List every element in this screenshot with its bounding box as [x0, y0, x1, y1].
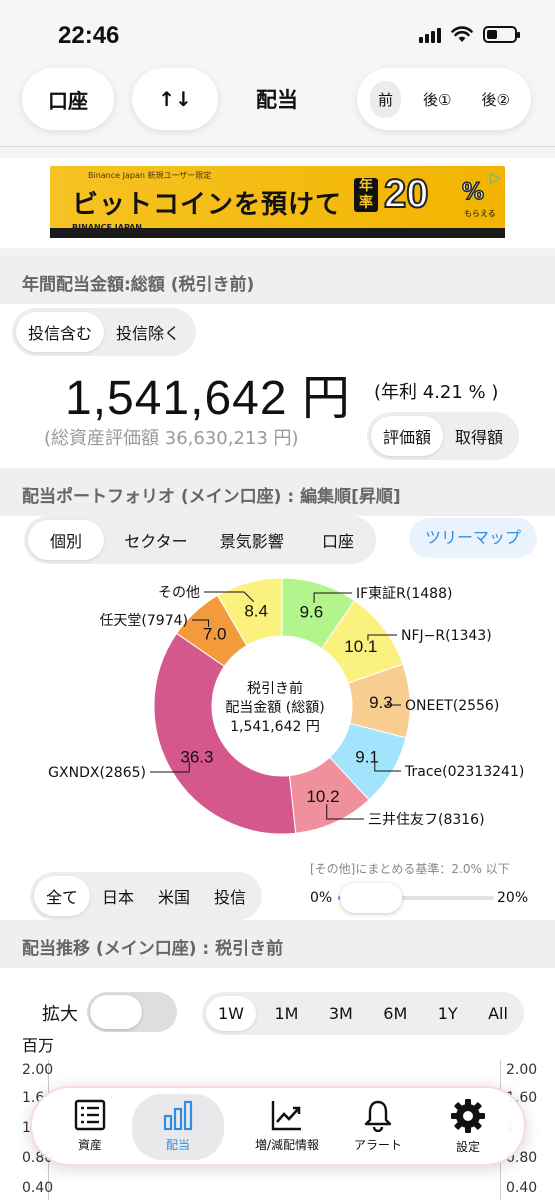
other-threshold-label: [その他]にまとめる基準：2.0% 以下 — [310, 862, 510, 876]
donut-slice-value: 8.4 — [244, 601, 268, 620]
list-icon — [74, 1099, 106, 1131]
y-tick-left: 2.00 — [22, 1062, 54, 1078]
trend-section-title: 配当推移 (メイン口座) : 税引き前 — [22, 939, 284, 959]
range-tab-1m[interactable]: 1M — [262, 996, 310, 1031]
donut-slice-label: GXNDX(2865) — [48, 765, 146, 781]
zoom-toggle-knob — [90, 995, 142, 1029]
range-tab-6m[interactable]: 6M — [371, 996, 419, 1031]
donut-slice-value: 7.0 — [203, 624, 227, 643]
region-tab-us[interactable]: 米国 — [146, 876, 202, 916]
donut-slice-label: その他 — [158, 585, 200, 601]
nav-item-change-info[interactable]: 増/減配情報 — [232, 1094, 342, 1160]
trend-unit-label: 百万 — [22, 1036, 55, 1055]
donut-center-line2: 配当金額 (総額) — [225, 700, 325, 716]
region-tab-fund[interactable]: 投信 — [202, 876, 258, 916]
y-tick-right: 0.40 — [506, 1180, 538, 1196]
range-tab-all[interactable]: All — [476, 996, 520, 1031]
region-segment: 全て 日本 米国 投信 — [30, 872, 263, 920]
donut-slice-label: ONEET(2556) — [405, 698, 499, 714]
donut-slice-label: IF東証R(1488) — [356, 586, 452, 602]
bell-icon — [364, 1100, 392, 1132]
region-tab-japan[interactable]: 日本 — [90, 876, 146, 916]
donut-slice-label: Trace(02313241) — [404, 764, 524, 780]
zoom-label: 拡大 — [42, 1004, 78, 1025]
nav-item-dividend[interactable]: 配当 — [132, 1094, 224, 1160]
donut-slice-label: 三井住友フ(8316) — [368, 812, 485, 828]
nav-label-dividend: 配当 — [165, 1138, 190, 1152]
bottom-nav: 資産 配当 増/減配情報 アラート 設定 — [30, 1086, 526, 1166]
range-segment: 1W 1M 3M 6M 1Y All — [202, 992, 524, 1035]
range-tab-1w[interactable]: 1W — [206, 996, 256, 1031]
nav-label-alert: アラート — [353, 1138, 402, 1152]
donut-slice-value: 9.6 — [300, 602, 324, 621]
threshold-slider-thumb[interactable] — [340, 883, 402, 913]
trend-icon — [271, 1101, 301, 1131]
portfolio-donut-chart: 9.6IF東証R(1488)10.1NFJ−R(1343)9.3 ONEET(25… — [48, 577, 524, 835]
slider-max-label: 20% — [497, 890, 529, 906]
region-tab-all[interactable]: 全て — [34, 876, 91, 916]
gear-icon — [451, 1099, 485, 1133]
bar-chart-icon — [163, 1100, 193, 1131]
y-tick-right: 2.00 — [506, 1062, 538, 1078]
donut-slice-value: 10.2 — [306, 787, 339, 806]
range-tab-3m[interactable]: 3M — [317, 996, 365, 1031]
nav-label-settings: 設定 — [455, 1140, 480, 1154]
slider-min-label: 0% — [310, 890, 333, 906]
nav-item-settings[interactable]: 設定 — [422, 1094, 514, 1160]
donut-slice-value: 36.3 — [180, 748, 213, 767]
nav-label-change-info: 増/減配情報 — [254, 1138, 320, 1152]
nav-item-assets[interactable]: 資産 — [44, 1094, 136, 1160]
donut-slice-label: NFJ−R(1343) — [401, 628, 492, 644]
trend-section-header: 配当推移 (メイン口座) : 税引き前 — [0, 920, 555, 968]
range-tab-1y[interactable]: 1Y — [426, 996, 470, 1031]
donut-slice-value: 10.1 — [344, 637, 377, 656]
y-tick-left: 0.40 — [22, 1180, 54, 1196]
donut-slice-label: 任天堂(7974) — [99, 613, 188, 629]
donut-slice-value: 9.1 — [355, 748, 379, 767]
nav-item-alert[interactable]: アラート — [332, 1094, 424, 1160]
donut-center-line3: 1,541,642 円 — [230, 719, 320, 735]
zoom-toggle[interactable] — [87, 992, 177, 1032]
donut-center-label: 税引き前 配当金額 (総額) 1,541,642 円 — [210, 680, 340, 737]
donut-center-line1: 税引き前 — [247, 681, 303, 697]
nav-label-assets: 資産 — [77, 1138, 102, 1152]
